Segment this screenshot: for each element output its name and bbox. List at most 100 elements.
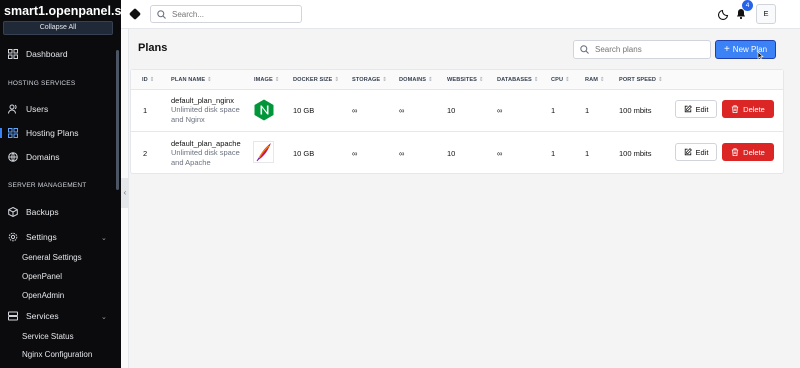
cell-storage: ∞ bbox=[352, 106, 358, 115]
cell-cpu: 1 bbox=[551, 149, 556, 158]
plans-table: ID ⇕ PLAN NAME ⇕ IMAGE ⇕ DOCKER SIZE ⇕ STORA… bbox=[130, 69, 784, 174]
column-header-image[interactable]: IMAGE ⇕ bbox=[254, 77, 280, 83]
cell-storage: ∞ bbox=[352, 149, 358, 158]
cell-domains: ∞ bbox=[399, 106, 405, 115]
hosting-plans-icon bbox=[8, 128, 18, 138]
sidebar-item-label: Settings bbox=[26, 232, 57, 242]
delete-label: Delete bbox=[743, 147, 765, 157]
brand-title: smart1.openpanel.site bbox=[4, 4, 136, 18]
cell-plan: default_plan_nginx Unlimited disk space … bbox=[171, 96, 245, 124]
dashboard-icon bbox=[8, 49, 18, 59]
page-scrollbar[interactable] bbox=[796, 30, 800, 368]
column-header-cpu[interactable]: CPU ⇕ bbox=[551, 77, 570, 83]
plan-description: Unlimited disk space and Apache bbox=[171, 148, 240, 167]
plan-name: default_plan_apache bbox=[171, 139, 241, 148]
globe-icon bbox=[8, 152, 18, 162]
plan-description: Unlimited disk space and Nginx bbox=[171, 105, 240, 124]
search-icon bbox=[580, 45, 589, 54]
cell-id: 2 bbox=[143, 149, 148, 158]
section-hosting-services: HOSTING SERVICES bbox=[8, 80, 76, 87]
search-icon bbox=[157, 9, 166, 19]
table-row: 1 default_plan_nginx Unlimited disk spac… bbox=[131, 90, 783, 132]
chevron-down-icon[interactable]: ⌄ bbox=[101, 313, 107, 321]
sidebar-item-backups[interactable]: Backups bbox=[8, 207, 59, 217]
collapse-all-button[interactable]: Collapse All bbox=[3, 21, 113, 35]
column-header-domains[interactable]: DOMAINS ⇕ bbox=[399, 77, 433, 83]
plan-search-input[interactable] bbox=[595, 45, 705, 54]
edit-label: Edit bbox=[695, 104, 709, 114]
sidebar-item-label: Domains bbox=[26, 152, 60, 162]
collapse-sidebar-handle[interactable]: ‹ bbox=[121, 178, 129, 208]
sidebar-subitem-openadmin[interactable]: OpenAdmin bbox=[22, 291, 64, 300]
sidebar-scrollbar[interactable] bbox=[116, 50, 119, 190]
cell-ram: 1 bbox=[585, 106, 590, 115]
sidebar: smart1.openpanel.site Collapse All Dashb… bbox=[0, 0, 136, 368]
sidebar-item-dashboard[interactable]: Dashboard bbox=[8, 49, 68, 59]
user-avatar[interactable]: E bbox=[756, 4, 776, 24]
nginx-logo-icon bbox=[253, 99, 274, 121]
edit-icon bbox=[684, 148, 692, 156]
sidebar-subitem-service-status[interactable]: Service Status bbox=[22, 332, 74, 341]
cell-databases: ∞ bbox=[497, 106, 503, 115]
table-header: ID ⇕ PLAN NAME ⇕ IMAGE ⇕ DOCKER SIZE ⇕ STORA… bbox=[131, 70, 783, 90]
column-header-websites[interactable]: WEBSITES ⇕ bbox=[447, 77, 484, 83]
sidebar-item-label: Users bbox=[26, 104, 49, 114]
delete-button[interactable]: Delete bbox=[722, 100, 774, 118]
edit-icon bbox=[684, 105, 692, 113]
edit-button[interactable]: Edit bbox=[675, 143, 717, 161]
plus-icon: + bbox=[723, 43, 730, 55]
sidebar-item-domains[interactable]: Domains bbox=[8, 152, 60, 162]
column-header-databases[interactable]: DATABASES ⇕ bbox=[497, 77, 539, 83]
moon-icon[interactable] bbox=[718, 8, 730, 20]
edit-button[interactable]: Edit bbox=[675, 100, 717, 118]
edit-label: Edit bbox=[695, 147, 709, 157]
sidebar-item-services[interactable]: Services bbox=[8, 311, 59, 321]
trash-icon bbox=[731, 148, 739, 156]
cell-databases: ∞ bbox=[497, 149, 503, 158]
sidebar-item-label: Dashboard bbox=[26, 49, 68, 59]
cell-plan: default_plan_apache Unlimited disk space… bbox=[171, 139, 245, 167]
cell-cpu: 1 bbox=[551, 106, 556, 115]
page-title: Plans bbox=[138, 42, 168, 54]
search-input[interactable] bbox=[172, 9, 292, 19]
cell-port-speed: 100 mbits bbox=[619, 106, 652, 115]
cell-domains: ∞ bbox=[399, 149, 405, 158]
cell-docker-size: 10 GB bbox=[293, 149, 315, 158]
column-header-storage[interactable]: STORAGE ⇕ bbox=[352, 77, 387, 83]
sidebar-subitem-openpanel[interactable]: OpenPanel bbox=[22, 272, 62, 281]
sidebar-item-hosting-plans[interactable]: Hosting Plans bbox=[0, 128, 78, 138]
chevron-down-icon[interactable]: ⌄ bbox=[101, 234, 107, 242]
cell-port-speed: 100 mbits bbox=[619, 149, 652, 158]
mouse-cursor-icon bbox=[757, 51, 764, 60]
layers-icon bbox=[8, 311, 18, 321]
plan-name: default_plan_nginx bbox=[171, 96, 234, 105]
sidebar-item-label: Backups bbox=[26, 207, 59, 217]
trash-icon bbox=[731, 105, 739, 113]
sidebar-item-users[interactable]: Users bbox=[8, 104, 48, 114]
sidebar-item-label: Services bbox=[26, 311, 59, 321]
box-icon bbox=[8, 207, 18, 217]
delete-label: Delete bbox=[743, 104, 765, 114]
column-header-id[interactable]: ID ⇕ bbox=[142, 77, 155, 83]
cell-id: 1 bbox=[143, 106, 148, 115]
column-header-port-speed[interactable]: PORT SPEED ⇕ bbox=[619, 77, 663, 83]
apache-feather-logo-icon bbox=[253, 141, 274, 163]
delete-button[interactable]: Delete bbox=[722, 143, 774, 161]
plan-search[interactable] bbox=[573, 40, 711, 59]
users-icon bbox=[8, 104, 18, 114]
cell-docker-size: 10 GB bbox=[293, 106, 315, 115]
cell-websites: 10 bbox=[447, 106, 456, 115]
cell-ram: 1 bbox=[585, 149, 590, 158]
notification-badge: 4 bbox=[742, 0, 753, 11]
sidebar-item-settings[interactable]: Settings bbox=[8, 232, 57, 242]
column-header-docker-size[interactable]: DOCKER SIZE ⇕ bbox=[293, 77, 339, 83]
column-header-plan-name[interactable]: PLAN NAME ⇕ bbox=[171, 77, 212, 83]
section-server-management: SERVER MANAGEMENT bbox=[8, 182, 87, 189]
sidebar-subitem-general-settings[interactable]: General Settings bbox=[22, 253, 82, 262]
table-row: 2 default_plan_apache Unlimited disk spa… bbox=[131, 132, 783, 174]
column-header-ram[interactable]: RAM ⇕ bbox=[585, 77, 605, 83]
new-plan-button[interactable]: + New Plan bbox=[715, 40, 776, 59]
gear-icon bbox=[8, 232, 18, 242]
sidebar-subitem-nginx-configuration[interactable]: Nginx Configuration bbox=[22, 350, 92, 359]
global-search[interactable] bbox=[150, 5, 302, 23]
